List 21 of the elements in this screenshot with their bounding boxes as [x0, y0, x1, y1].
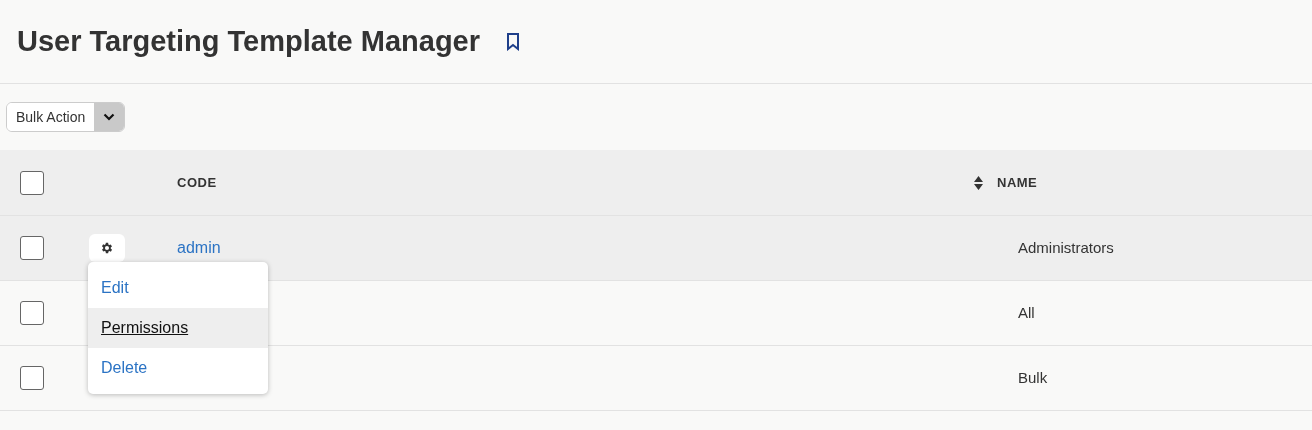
row-checkbox[interactable] — [20, 366, 44, 390]
table-cell: Administrators — [1018, 239, 1114, 256]
table-cell: Bulk — [1018, 369, 1048, 386]
actions-button[interactable] — [89, 234, 125, 262]
menu-item[interactable]: Delete — [88, 348, 268, 388]
menu-item[interactable]: Edit — [88, 268, 268, 308]
code-link[interactable]: admin — [177, 239, 221, 256]
settings-icon — [100, 241, 114, 255]
column-header[interactable]: CODE — [177, 175, 217, 190]
bulk-action-dropdown[interactable]: Bulk Action — [6, 102, 126, 132]
menu-item[interactable]: Permissions — [88, 308, 268, 348]
select-all-checkbox[interactable] — [20, 170, 44, 195]
sort-icon[interactable] — [974, 175, 983, 190]
table-cell: All — [1018, 304, 1035, 321]
row-checkbox[interactable] — [20, 301, 44, 325]
column-header[interactable]: NAME — [997, 175, 1038, 190]
row-checkbox[interactable] — [20, 236, 44, 260]
bookmark-icon[interactable] — [506, 32, 521, 51]
page-title: User Targeting Template Manager — [17, 25, 481, 58]
dropdown-toggle[interactable] — [94, 103, 125, 131]
chevron-down-icon — [103, 113, 116, 121]
